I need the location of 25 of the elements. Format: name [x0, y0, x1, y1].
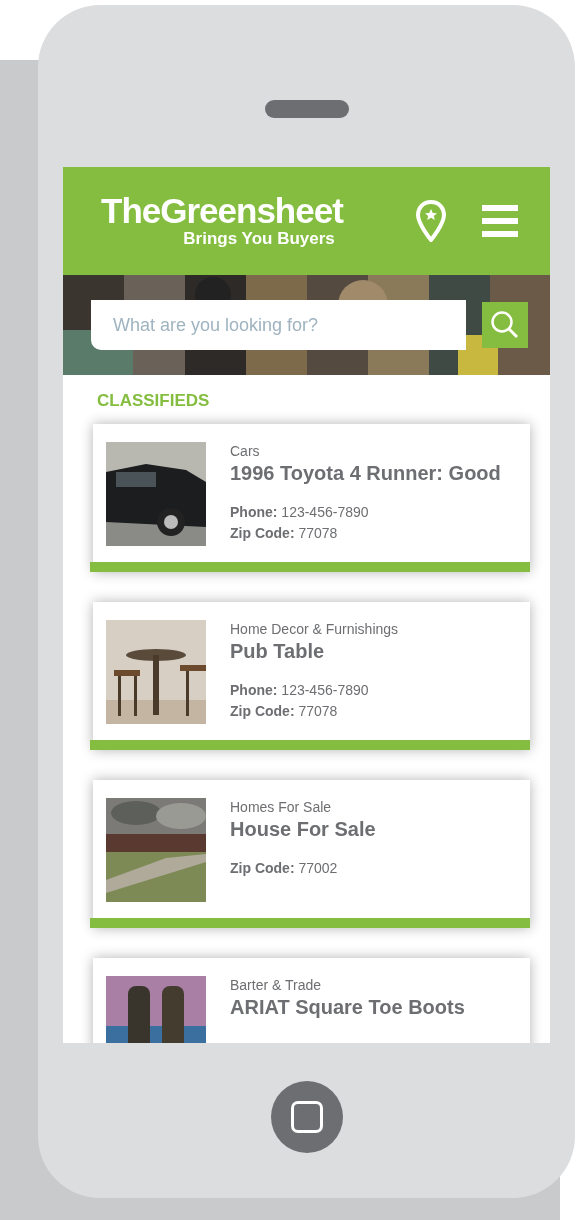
listing-category: Barter & Trade	[230, 975, 323, 994]
listing-detail: Phone: 123-456-7890	[230, 502, 370, 522]
search-button[interactable]	[482, 302, 528, 348]
search-icon	[490, 310, 520, 340]
listing-category: Home Decor & Furnishings	[230, 619, 399, 638]
listing-category: Cars	[230, 441, 261, 460]
listing-card[interactable]: Barter & Trade ARIAT Square Toe Boots	[93, 957, 530, 1043]
listing-title[interactable]: 1996 Toyota 4 Runner: Good	[230, 459, 501, 486]
listing-detail: Zip Code: 77002	[230, 858, 339, 878]
location-pin-icon[interactable]	[416, 200, 446, 242]
section-title: CLASSIFIEDS	[97, 390, 211, 412]
search-field[interactable]: What are you looking for?	[91, 300, 466, 350]
listing-title[interactable]: House For Sale	[230, 815, 376, 842]
listing-card[interactable]: Home Decor & Furnishings Pub Table Phone: 123-456-7890 Zip Code: 77078	[93, 601, 530, 750]
menu-icon[interactable]	[482, 205, 518, 237]
listing-detail: Zip Code: 77078	[230, 523, 339, 543]
listing-card[interactable]: Cars 1996 Toyota 4 Runner: Good Phone: 123-456-7890 Zip Code: 77078	[93, 423, 530, 572]
listing-card[interactable]: Homes For Sale House For Sale Zip Code: 77002	[93, 779, 530, 928]
listing-title[interactable]: Pub Table	[230, 637, 399, 664]
tagline: Brings You Buyers	[183, 229, 335, 249]
listing-category: Homes For Sale	[230, 797, 333, 816]
listing-detail: Phone: 123-456-7890	[230, 680, 370, 700]
search-input[interactable]: What are you looking for?	[113, 311, 444, 339]
listing-title[interactable]: ARIAT Square Toe Boots	[230, 993, 465, 1020]
listing-detail: Zip Code: 77078	[230, 701, 339, 721]
